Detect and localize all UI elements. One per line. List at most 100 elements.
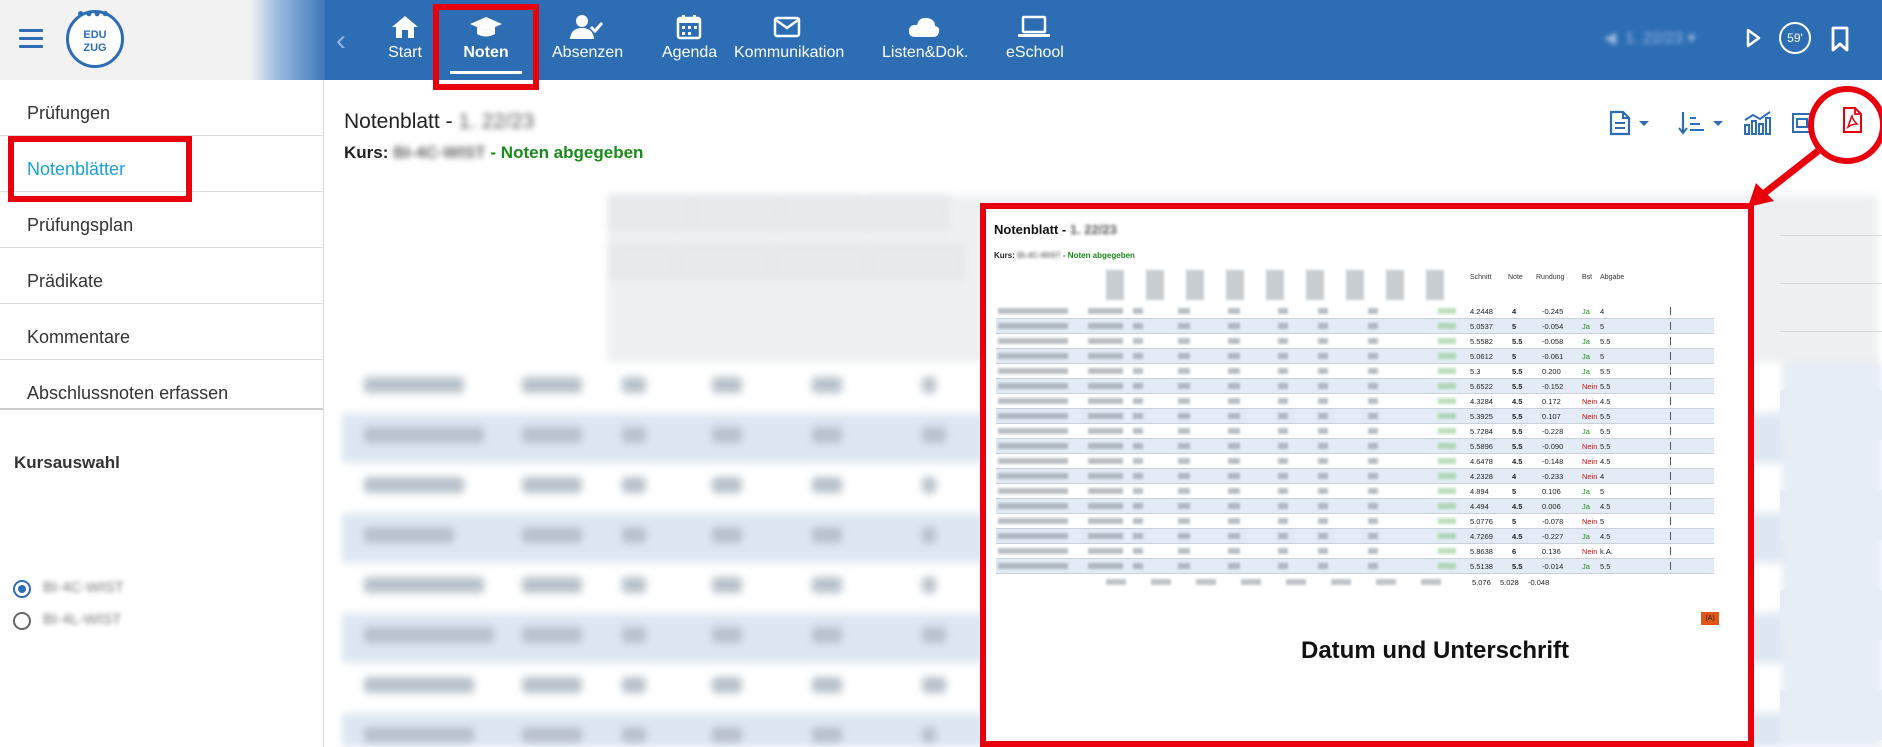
header-schnitt: Schnitt	[1470, 274, 1492, 281]
cell-abgabe: 5.5	[1600, 337, 1611, 346]
cell-note: 5.5	[1512, 442, 1523, 451]
sidebar-item-label: Prüfungsplan	[27, 215, 134, 235]
logo-figures-icon: ●●●●	[77, 6, 110, 20]
chevron-left-icon[interactable]: ‹	[336, 24, 346, 58]
cell-bst: Ja	[1582, 307, 1590, 316]
cell-note: 5	[1512, 517, 1517, 526]
course-status-line: Kurs: BI-4C-WIST - Noten abgegeben	[344, 143, 643, 163]
nav-item-start[interactable]: Start	[384, 14, 426, 70]
cell-note: 4	[1512, 472, 1517, 481]
cell-rundung: 0.172	[1542, 397, 1561, 406]
nav-item-absenzen[interactable]: Absenzen	[552, 14, 624, 70]
nav-label-listen-dok: Listen&Dok.	[882, 44, 969, 61]
cell-abgabe: 5.5	[1600, 412, 1611, 421]
warning-badge: (A)	[1701, 612, 1719, 625]
nav-item-agenda[interactable]: Agenda	[662, 14, 718, 70]
cell-schnitt: 5.5896	[1470, 442, 1493, 451]
sort-menu-button[interactable]	[1678, 110, 1726, 141]
cell-rundung: -0.054	[1542, 322, 1564, 331]
cell-bst: Ja	[1582, 367, 1590, 376]
blurred-cells	[998, 488, 1458, 494]
blurred-cells	[998, 323, 1458, 329]
radio-unchecked[interactable]	[13, 612, 31, 630]
cell-rundung: 0.107	[1542, 412, 1561, 421]
cell-bst: Nein	[1582, 457, 1598, 466]
blurred-cells	[998, 533, 1458, 539]
nav-item-kommunikation[interactable]: Kommunikation	[734, 14, 844, 70]
chart-icon	[1744, 111, 1771, 135]
cell-abgabe: 5.5	[1600, 382, 1611, 391]
sidebar-item-label: Abschlussnoten erfassen	[27, 383, 229, 403]
cell-bst: Nein	[1582, 397, 1598, 406]
cell-note: 5.5	[1512, 367, 1523, 376]
cell-rundung: -0.078	[1542, 517, 1564, 526]
cell-abgabe: 5.5	[1600, 442, 1611, 451]
cell-rundung: -0.152	[1542, 382, 1564, 391]
cell-schnitt: 4.2328	[1470, 472, 1493, 481]
document-menu-button[interactable]	[1608, 110, 1652, 141]
term-selector-value: 1. 22/23	[1625, 30, 1684, 47]
nav-label-agenda: Agenda	[662, 44, 718, 61]
top-bar: ●●●● EDU ZUG ‹ Start Noten Absenzen Agen…	[0, 0, 1882, 80]
nav-label-kommunikation: Kommunikation	[734, 44, 845, 61]
play-icon[interactable]	[1745, 28, 1761, 48]
sidebar-item-kommentare[interactable]: Kommentare	[0, 304, 323, 360]
signature-label: Datum und Unterschrift	[1301, 637, 1570, 664]
blurred-cells	[998, 353, 1458, 359]
cell-bst: Ja	[1582, 427, 1590, 436]
cell-abgabe: k.A.	[1600, 547, 1613, 556]
cell-bst: Ja	[1582, 487, 1590, 496]
cell-note: 4.5	[1512, 502, 1523, 511]
blurred-cells	[998, 518, 1458, 524]
statistics-button[interactable]	[1742, 110, 1774, 141]
cell-bst: Ja	[1582, 562, 1590, 571]
cell-bst: Nein	[1582, 472, 1598, 481]
nav-label-absenzen: Absenzen	[552, 44, 624, 61]
cell-abgabe: 4.5	[1600, 457, 1611, 466]
cell-abgabe: 4	[1600, 472, 1605, 481]
cell-rundung: 0.136	[1542, 547, 1561, 556]
cell-abgabe: 4.5	[1600, 502, 1611, 511]
cell-abgabe: 5.5	[1600, 367, 1611, 376]
sidebar-item-praedikate[interactable]: Prädikate	[0, 248, 323, 304]
row-marker	[1664, 547, 1671, 555]
row-marker	[1664, 352, 1671, 360]
radio-checked[interactable]	[13, 580, 31, 598]
hamburger-menu-icon[interactable]	[19, 29, 43, 49]
cell-abgabe: 5	[1600, 322, 1605, 331]
pdf-preview: Notenblatt - 1. 22/23 Kurs: BI-4C-WIST -…	[980, 203, 1754, 747]
blurred-cells	[998, 383, 1458, 389]
term-selector[interactable]: ◀ 1. 22/23 ▾	[1604, 28, 1696, 48]
cell-schnitt: 4.894	[1470, 487, 1489, 496]
cell-abgabe: 5	[1600, 487, 1605, 496]
laptop-icon	[1018, 15, 1050, 37]
row-marker	[1664, 367, 1671, 375]
bookmark-icon[interactable]	[1830, 26, 1850, 52]
cell-schnitt: 5.5138	[1470, 562, 1493, 571]
annotation-arrow-icon	[1748, 148, 1821, 207]
preview-blurred-columns	[996, 266, 1464, 596]
annotation-box-noten	[433, 4, 539, 90]
cell-note: 5.5	[1512, 412, 1523, 421]
cell-note: 5	[1512, 487, 1517, 496]
brand-fade	[250, 0, 325, 80]
row-marker	[1664, 382, 1671, 390]
calendar-icon	[676, 15, 702, 40]
row-marker	[1664, 397, 1671, 405]
cell-bst: Nein	[1582, 442, 1598, 451]
cell-note: 5.5	[1512, 427, 1523, 436]
cell-rundung: -0.090	[1542, 442, 1564, 451]
nav-item-listen-dok[interactable]: Listen&Dok.	[882, 14, 969, 70]
annotation-box-notenblaetter	[8, 136, 192, 202]
preview-kurs-label: Kurs:	[994, 251, 1015, 260]
sidebar-item-pruefungen[interactable]: Prüfungen	[0, 80, 323, 136]
cell-bst: Nein	[1582, 517, 1598, 526]
cell-bst: Nein	[1582, 382, 1598, 391]
nav-label-eschool: eSchool	[1006, 44, 1064, 61]
cell-abgabe: 5	[1600, 352, 1605, 361]
preview-course-line: Kurs: BI-4C-WIST - Noten abgegeben	[994, 251, 1135, 260]
nav-item-eschool[interactable]: eSchool	[1006, 14, 1064, 70]
row-marker	[1664, 472, 1671, 480]
table-right-edge	[1780, 185, 1882, 747]
kursauswahl-heading: Kursauswahl	[14, 453, 120, 472]
